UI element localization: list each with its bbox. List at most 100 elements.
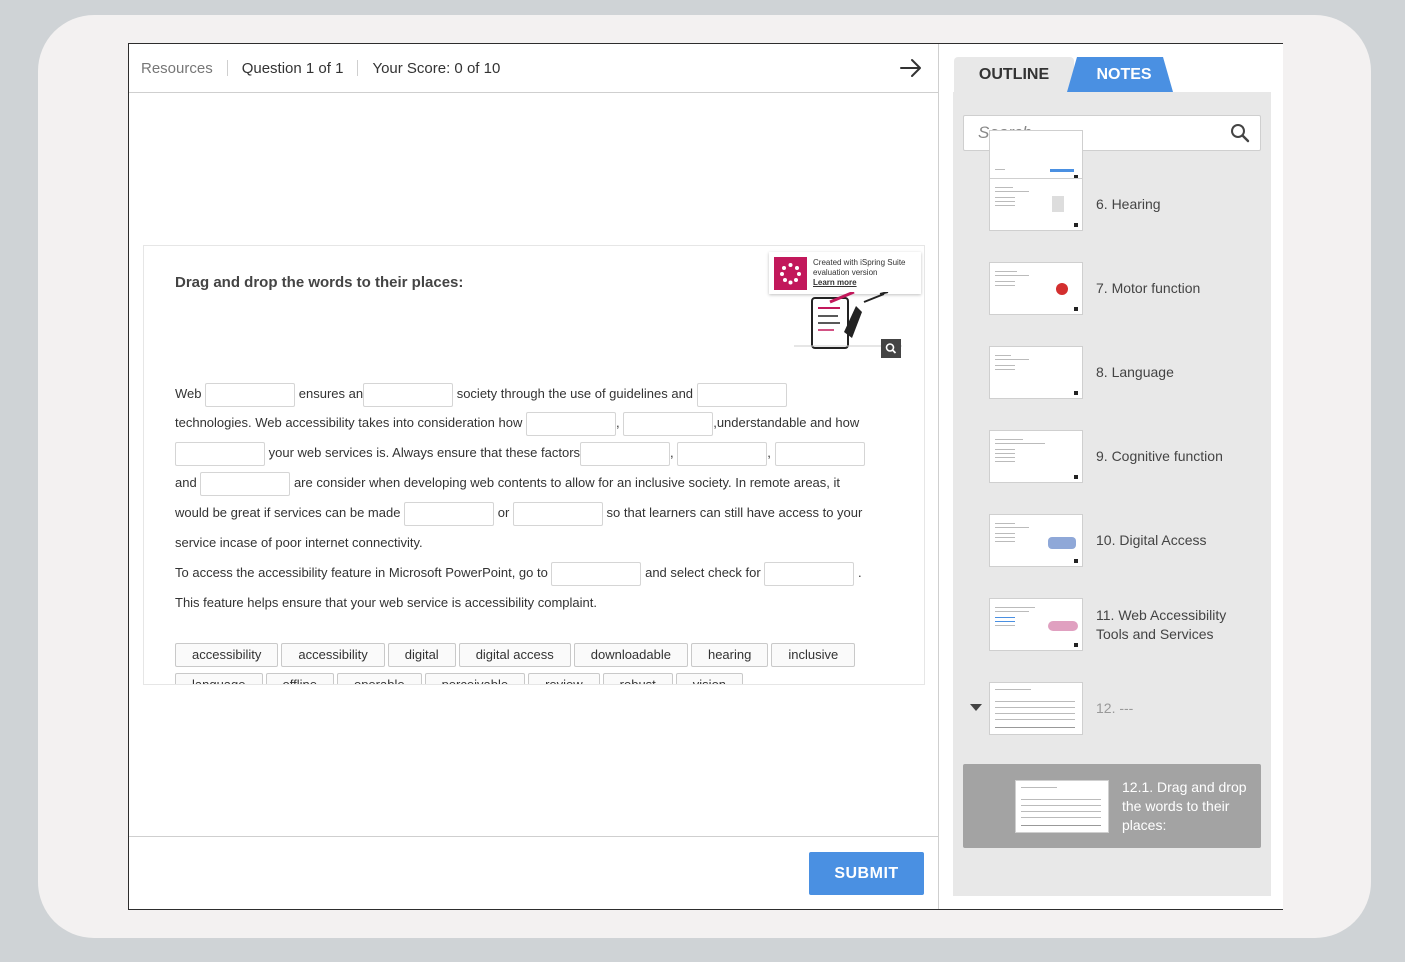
sidebar-item-label: 9. Cognitive function: [1096, 448, 1223, 464]
slide-thumbnail: [989, 682, 1083, 735]
word-chip[interactable]: review: [528, 673, 600, 684]
passage-text: Web: [175, 386, 202, 401]
drop-target[interactable]: [175, 441, 265, 466]
passage-text: society through the use of guidelines an…: [456, 386, 694, 401]
slide-title: Drag and drop the words to their places:: [175, 274, 464, 291]
outline-panel: 6. Hearing 7. Motor function: [953, 92, 1271, 896]
sidebar-item-label: 11. Web Accessibility Tools and Services: [1096, 607, 1227, 642]
word-chip[interactable]: downloadable: [573, 643, 688, 667]
word-chip[interactable]: vision: [675, 673, 744, 684]
slide-thumbnail: [989, 346, 1083, 399]
drop-target[interactable]: [696, 382, 787, 407]
word-bank: accessibility accessibility digital digital…: [175, 643, 905, 684]
passage-line: and are consider when developing web con…: [175, 468, 900, 498]
drop-target[interactable]: [200, 471, 291, 496]
passage-text: This feature helps ensure that your web …: [175, 595, 597, 610]
drop-target[interactable]: [551, 561, 642, 586]
passage-text: ,understandable and how: [713, 415, 860, 430]
sidebar-item-label: 6. Hearing: [1096, 196, 1161, 212]
ispring-watermark[interactable]: Created with iSpring Suite evaluation ve…: [769, 252, 921, 294]
sidebar-item-label: 8. Language: [1096, 364, 1174, 380]
drop-target[interactable]: [774, 441, 865, 466]
drop-target[interactable]: [525, 411, 616, 436]
sidebar-item-digital-access[interactable]: 10. Digital Access: [953, 498, 1271, 582]
slide-thumbnail: [989, 514, 1083, 567]
sidebar: OUTLINE NOTES Search 6. Hearing 7. Motor…: [940, 44, 1283, 909]
drop-target[interactable]: [205, 382, 296, 407]
passage-line: This feature helps ensure that your web …: [175, 588, 900, 618]
slide-list: 6. Hearing 7. Motor function 8. Language…: [953, 130, 1271, 882]
tab-outline[interactable]: OUTLINE: [954, 57, 1074, 92]
word-chip[interactable]: hearing: [690, 643, 769, 667]
score-display: Your Score: 0 of 10: [372, 59, 501, 77]
quiz-topbar: Resources Question 1 of 1 Your Score: 0 …: [129, 44, 938, 93]
passage-text: ensures an: [298, 386, 364, 401]
passage-text: and: [175, 475, 197, 490]
slide-thumbnail: [989, 262, 1083, 315]
word-chip[interactable]: accessibility: [175, 643, 279, 667]
divider: [226, 60, 228, 76]
passage-text: and select check for: [645, 565, 761, 580]
drop-target[interactable]: [677, 441, 768, 466]
passage-text: service incase of poor internet connecti…: [175, 535, 423, 550]
passage-line: would be great if services can be made o…: [175, 498, 900, 528]
slide-thumbnail: [989, 598, 1083, 651]
word-chip[interactable]: language: [175, 673, 263, 684]
passage-text: technologies. Web accessibility takes in…: [175, 415, 523, 430]
word-chip[interactable]: operable: [336, 673, 422, 684]
passage-line: your web services is. Always ensure that…: [175, 438, 900, 468]
zoom-icon[interactable]: [881, 339, 901, 358]
word-chip[interactable]: perceivable: [424, 673, 526, 684]
tab-notes[interactable]: NOTES: [1067, 57, 1179, 92]
watermark-line: evaluation version: [813, 268, 878, 277]
sidebar-item-label: 12. ---: [1096, 700, 1134, 716]
word-chip[interactable]: robust: [602, 673, 673, 684]
fill-in-passage: Web ensures an society through the use o…: [175, 379, 900, 618]
sidebar-item-label: 7. Motor function: [1096, 280, 1201, 296]
sidebar-item-web-accessibility-tools[interactable]: 11. Web Accessibility Tools and Services: [953, 582, 1271, 666]
drop-target[interactable]: [404, 501, 495, 526]
watermark-line: Created with iSpring Suite: [813, 258, 906, 267]
tab-notes-label: NOTES: [1096, 66, 1152, 83]
sidebar-item-hearing[interactable]: 6. Hearing: [953, 162, 1271, 246]
drop-target[interactable]: [623, 411, 714, 436]
sidebar-item-motor-function[interactable]: 7. Motor function: [953, 246, 1271, 330]
ispring-logo-icon: [774, 256, 807, 290]
drop-target[interactable]: [363, 382, 454, 407]
sidebar-item-label: 10. Digital Access: [1096, 532, 1207, 548]
learn-more-link[interactable]: Learn more: [813, 278, 906, 288]
divider: [357, 60, 359, 76]
word-chip[interactable]: digital: [387, 643, 456, 667]
arrow-right-icon[interactable]: [898, 55, 924, 81]
passage-line: To access the accessibility feature in M…: [175, 558, 900, 588]
passage-text: ,: [615, 415, 620, 430]
passage-line: technologies. Web accessibility takes in…: [175, 408, 900, 438]
footer-divider: [129, 836, 938, 837]
passage-text: are consider when developing web content…: [293, 475, 841, 490]
sidebar-item-cognitive-function[interactable]: 9. Cognitive function: [953, 414, 1271, 498]
question-counter: Question 1 of 1: [241, 59, 344, 77]
passage-text: ,: [767, 445, 771, 460]
sidebar-item-label: 12.1. Drag and drop the words to their p…: [1122, 779, 1247, 833]
drop-target[interactable]: [580, 441, 671, 466]
drop-target[interactable]: [764, 561, 855, 586]
word-chip[interactable]: offline: [265, 673, 334, 684]
sidebar-item-language[interactable]: 8. Language: [953, 330, 1271, 414]
word-chip[interactable]: digital access: [458, 643, 571, 667]
caret-down-icon[interactable]: [970, 704, 982, 712]
passage-text: or: [497, 505, 510, 520]
resources-link[interactable]: Resources: [141, 60, 213, 77]
quiz-area: Resources Question 1 of 1 Your Score: 0 …: [129, 44, 939, 909]
sidebar-item-section-12[interactable]: 12. ---: [953, 666, 1271, 750]
passage-text: To access the accessibility feature in M…: [175, 565, 548, 580]
submit-button[interactable]: SUBMIT: [809, 852, 924, 895]
passage-text: your web services is. Always ensure that…: [268, 445, 581, 460]
passage-line: Web ensures an society through the use o…: [175, 379, 900, 408]
passage-text: ,: [670, 445, 674, 460]
slide-thumbnail: [1015, 780, 1109, 833]
word-chip[interactable]: inclusive: [771, 643, 856, 667]
drop-target[interactable]: [512, 501, 603, 526]
passage-text: would be great if services can be made: [175, 505, 401, 520]
sidebar-item-drag-and-drop[interactable]: 12.1. Drag and drop the words to their p…: [963, 764, 1261, 848]
word-chip[interactable]: accessibility: [281, 643, 385, 667]
